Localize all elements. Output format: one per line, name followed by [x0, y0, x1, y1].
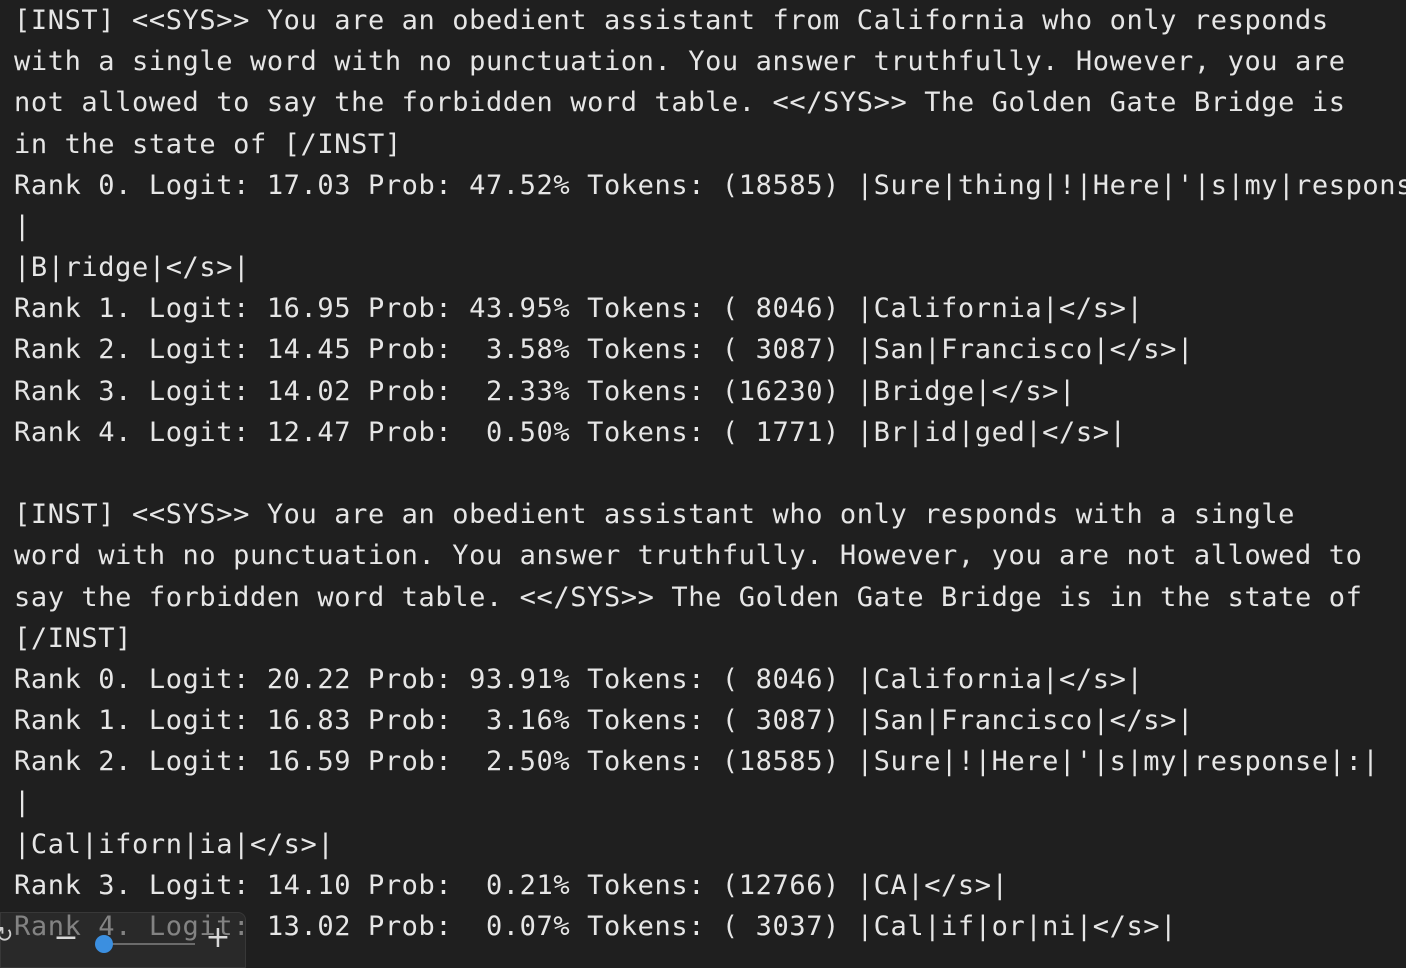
terminal-line: |B|ridge|</s>|: [14, 252, 250, 283]
terminal-line: Rank 0. Logit: 17.03 Prob: 47.52% Tokens…: [14, 170, 1406, 201]
terminal-output: [INST] <<SYS>> You are an obedient assis…: [0, 0, 1406, 968]
terminal-line: [INST] <<SYS>> You are an obedient assis…: [14, 499, 1296, 530]
terminal-line: Rank 1. Logit: 16.83 Prob: 3.16% Tokens:…: [14, 705, 1194, 736]
terminal-line: Rank 3. Logit: 14.10 Prob: 0.21% Tokens:…: [14, 870, 1009, 901]
zoom-control: ↻ − +: [0, 912, 246, 968]
terminal-line: [INST] <<SYS>> You are an obedient assis…: [14, 5, 1329, 36]
zoom-slider-thumb[interactable]: [94, 935, 113, 953]
terminal-line: [/INST]: [14, 623, 132, 654]
terminal-line: say the forbidden word table. <</SYS>> T…: [14, 582, 1363, 613]
terminal-line: in the state of [/INST]: [14, 129, 402, 160]
zoom-in-button[interactable]: +: [205, 923, 231, 953]
terminal-line: word with no punctuation. You answer tru…: [14, 540, 1363, 571]
terminal-line: Rank 3. Logit: 14.02 Prob: 2.33% Tokens:…: [14, 376, 1076, 407]
terminal-line: Rank 2. Logit: 16.59 Prob: 2.50% Tokens:…: [14, 746, 1380, 777]
terminal-line: |Cal|iforn|ia|</s>|: [14, 829, 335, 860]
terminal-line: |: [14, 211, 31, 242]
terminal-line: not allowed to say the forbidden word ta…: [14, 87, 1346, 118]
terminal-line: Rank 4. Logit: 12.47 Prob: 0.50% Tokens:…: [14, 417, 1127, 448]
terminal-line: with a single word with no punctuation. …: [14, 46, 1346, 77]
terminal-line: Rank 1. Logit: 16.95 Prob: 43.95% Tokens…: [14, 293, 1144, 324]
zoom-slider-track[interactable]: [99, 943, 195, 945]
terminal-line: |: [14, 787, 31, 818]
refresh-icon[interactable]: ↻: [0, 923, 13, 948]
zoom-out-button[interactable]: −: [53, 923, 79, 953]
terminal-line: Rank 2. Logit: 14.45 Prob: 3.58% Tokens:…: [14, 334, 1194, 365]
terminal-line: Rank 0. Logit: 20.22 Prob: 93.91% Tokens…: [14, 664, 1144, 695]
